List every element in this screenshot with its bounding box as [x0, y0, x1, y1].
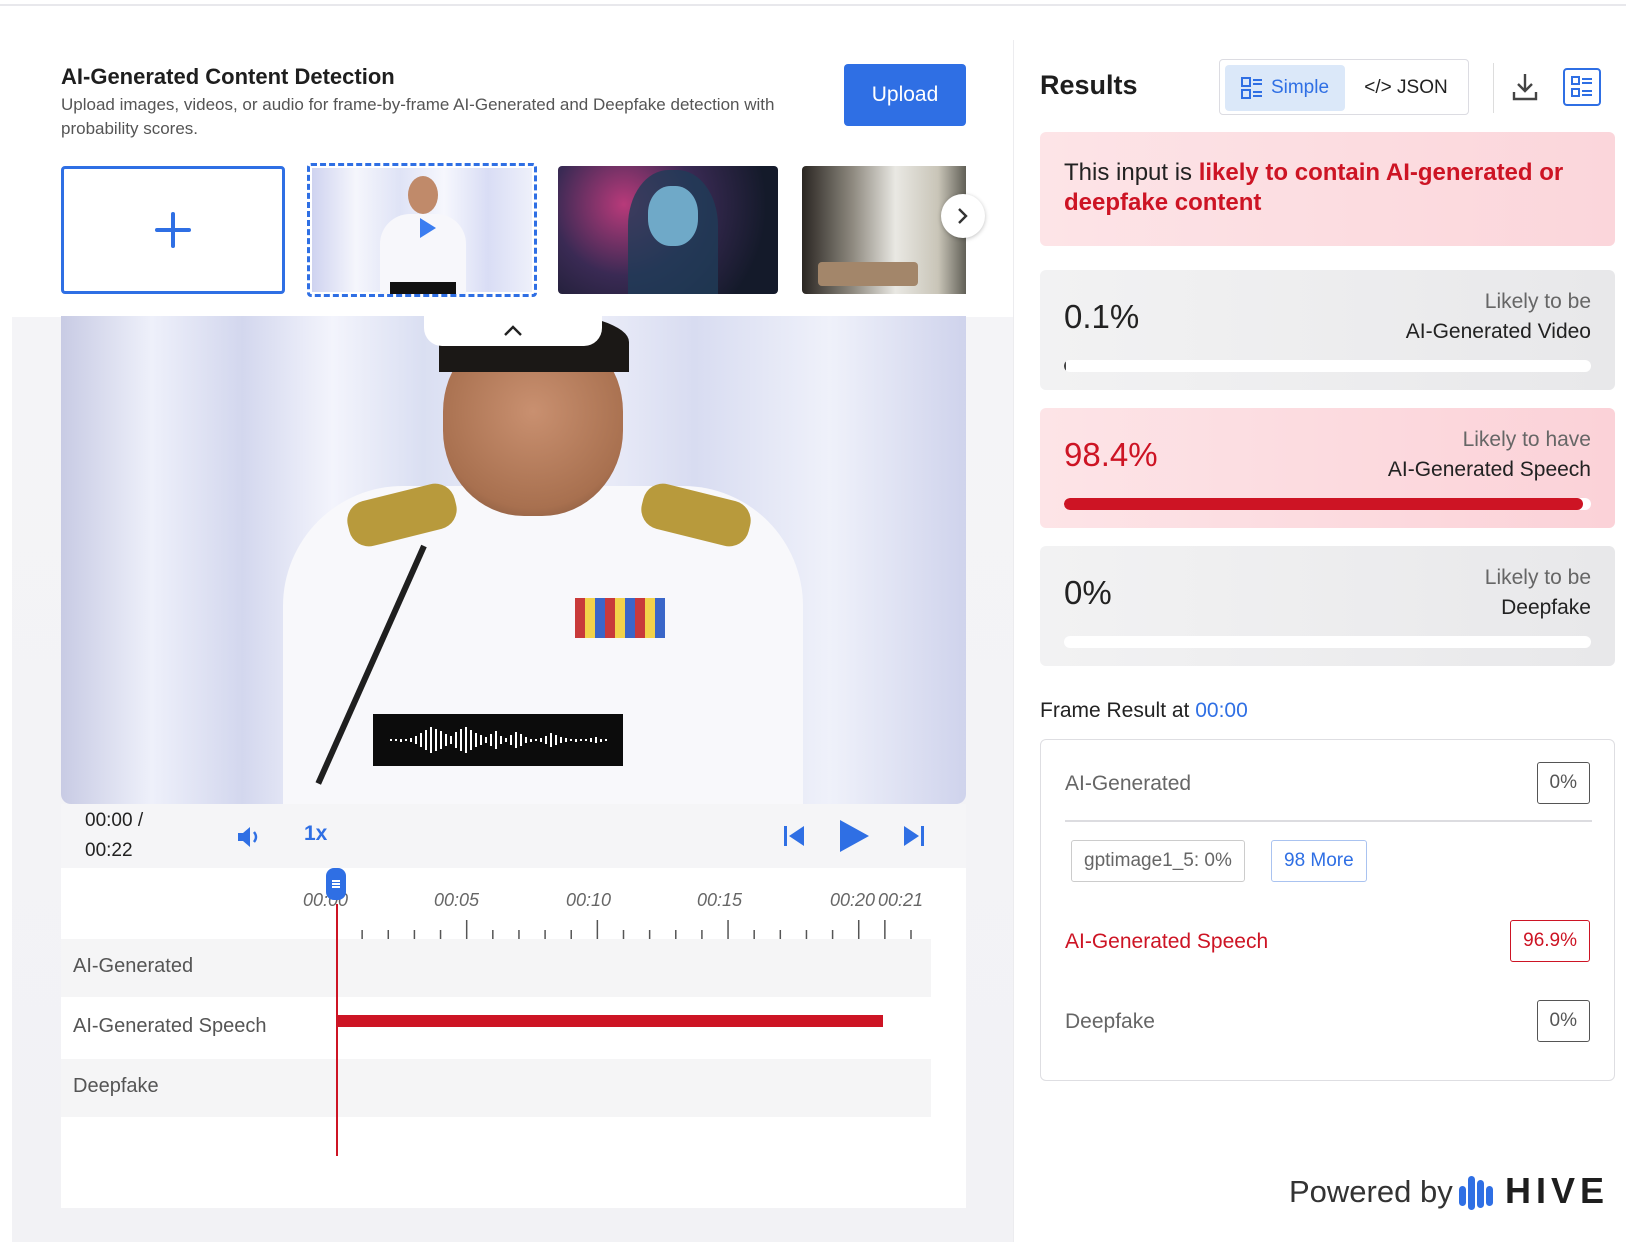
current-time: 00:00 / [85, 810, 144, 831]
score-percent: 0% [1064, 574, 1112, 611]
download-icon[interactable] [1511, 72, 1539, 102]
tick-label: 00:21 [878, 890, 924, 910]
score-caption: Likely to be [1484, 290, 1591, 313]
toolbar-divider [1493, 63, 1494, 113]
tick-label: 00:15 [697, 890, 743, 910]
view-json-button[interactable]: </> JSON [1350, 65, 1462, 111]
play-icon [420, 218, 436, 238]
thumbnail-image [312, 168, 532, 294]
frame-deepfake-label: Deepfake [1065, 1010, 1155, 1033]
score-bar [1064, 636, 1591, 648]
view-simple-button[interactable]: Simple [1225, 65, 1345, 111]
timeline-row-ai-speech: AI-Generated Speech [61, 999, 931, 1057]
frame-result-panel: AI-Generated 0% gptimage1_5: 0% 98 More … [1040, 739, 1615, 1081]
detail-view-button[interactable] [1563, 68, 1601, 106]
row-label: AI-Generated Speech [73, 1015, 267, 1037]
tick-label: 00:20 [830, 890, 876, 910]
waveform-icon [390, 282, 456, 294]
add-media-button[interactable] [61, 166, 285, 294]
frame-deepfake-value: 0% [1536, 1000, 1590, 1042]
playhead-line [336, 904, 338, 1156]
audio-waveform-icon [373, 714, 623, 766]
panel-divider [1013, 40, 1014, 1242]
total-time: 00:22 [85, 840, 133, 861]
more-models-button[interactable]: 98 More [1271, 840, 1367, 882]
tick-label: 00:10 [566, 890, 612, 910]
previous-frame-icon[interactable] [782, 824, 806, 848]
frame-result-title: Frame Result at 00:00 [1040, 699, 1248, 723]
playback-speed-button[interactable]: 1x [304, 822, 327, 846]
powered-by-label: Powered by [1289, 1174, 1453, 1209]
frame-divider [1065, 820, 1592, 822]
top-border [0, 0, 1626, 6]
video-preview[interactable] [61, 316, 966, 804]
timeline-row-ai-generated: AI-Generated [61, 939, 931, 997]
time-display: 00:00 / 00:22 [85, 806, 143, 866]
speech-detection-segment [337, 1015, 883, 1027]
score-bar-fill [1064, 498, 1583, 510]
thumbnail-living-room[interactable] [802, 166, 966, 294]
hive-brand-text: HIVE [1505, 1170, 1610, 1211]
score-percent: 98.4% [1064, 436, 1158, 473]
player-controls: 00:00 / 00:22 1x [61, 804, 966, 868]
score-caption: Likely to have [1462, 428, 1591, 451]
score-caption: Likely to be [1484, 566, 1591, 589]
view-toggle: Simple </> JSON [1219, 59, 1469, 115]
volume-icon[interactable] [236, 826, 264, 848]
row-label: AI-Generated [73, 955, 194, 977]
row-label: Deepfake [73, 1075, 159, 1097]
list-icon [1571, 76, 1592, 97]
thumbnail-cyberpunk-woman[interactable] [558, 166, 778, 294]
frame-speech-label: AI-Generated Speech [1065, 930, 1269, 953]
view-simple-label: Simple [1270, 77, 1330, 98]
thumbnail-next-button[interactable] [941, 194, 985, 238]
collapse-thumbnails-button[interactable] [424, 316, 602, 346]
layout-icon [1240, 77, 1262, 99]
model-score-chip: gptimage1_5: 0% [1071, 840, 1245, 882]
play-icon[interactable] [837, 818, 871, 854]
score-card-deepfake: 0% Likely to be Deepfake [1040, 546, 1615, 666]
score-category: AI-Generated Speech [1387, 458, 1591, 481]
playhead-handle[interactable] [326, 868, 346, 900]
frame-ai-generated-value: 0% [1536, 762, 1590, 804]
chevron-up-icon [504, 325, 522, 336]
detection-timeline[interactable]: 00:00 00:05 00:10 00:15 00:20 00:21 AI-G… [61, 868, 966, 1208]
score-bar [1064, 360, 1591, 372]
page-subtitle: Upload images, videos, or audio for fram… [61, 95, 775, 138]
score-category: Deepfake [1501, 596, 1591, 619]
score-bar [1064, 498, 1591, 510]
upload-button[interactable]: Upload [844, 64, 966, 126]
frame-result-label: Frame Result at [1040, 699, 1196, 722]
score-percent: 0.1% [1064, 298, 1140, 335]
frame-result-time: 00:00 [1195, 699, 1248, 722]
results-title: Results [1040, 70, 1138, 100]
verdict-banner: This input is likely to contain AI-gener… [1040, 132, 1615, 246]
tick-label: 00:05 [434, 890, 480, 910]
chevron-right-icon [958, 208, 968, 224]
frame-speech-value: 96.9% [1510, 920, 1590, 962]
score-category: AI-Generated Video [1405, 320, 1591, 343]
hive-logo-icon [1459, 1176, 1493, 1210]
score-bar-fill [1064, 360, 1066, 372]
page-title: AI-Generated Content Detection [61, 64, 395, 89]
score-card-ai-video: 0.1% Likely to be AI-Generated Video [1040, 270, 1615, 390]
media-thumbnail-strip [61, 163, 966, 297]
next-frame-icon[interactable] [902, 824, 926, 848]
thumbnail-video-speech[interactable] [307, 163, 537, 297]
frame-ai-generated-label: AI-Generated [1065, 772, 1192, 795]
verdict-prefix: This input is [1064, 159, 1199, 186]
timeline-row-deepfake: Deepfake [61, 1059, 931, 1117]
plus-icon [155, 212, 191, 248]
score-card-ai-speech: 98.4% Likely to have AI-Generated Speech [1040, 408, 1615, 528]
